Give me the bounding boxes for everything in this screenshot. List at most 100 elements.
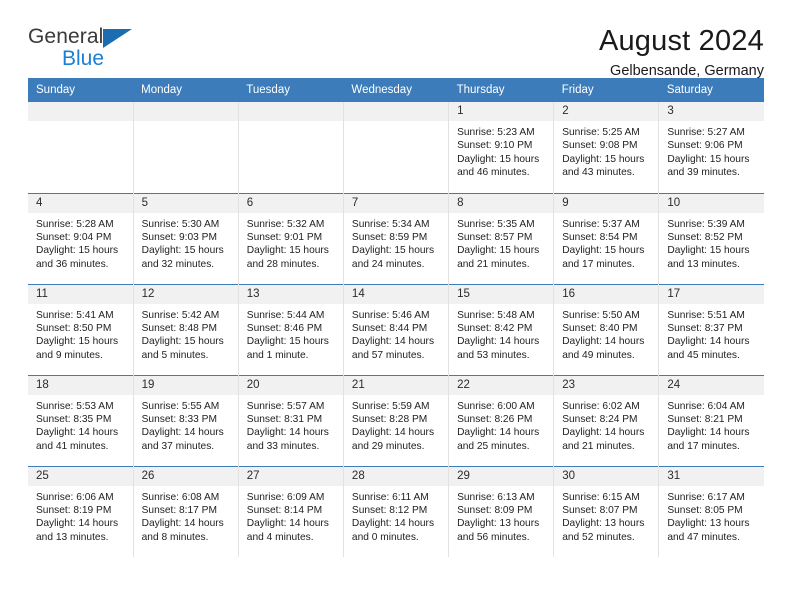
day-details: Sunrise: 6:08 AM Sunset: 8:17 PM Daylight:… xyxy=(134,486,238,545)
sunset-text: Sunset: 8:59 PM xyxy=(351,231,428,243)
daylight-text-line2: and 36 minutes. xyxy=(36,258,109,270)
calendar-day-cell[interactable]: 19 Sunrise: 5:55 AM Sunset: 8:33 PM Dayligh… xyxy=(133,374,239,466)
calendar-day-cell[interactable]: 21 Sunrise: 5:59 AM Sunset: 8:28 PM Dayligh… xyxy=(343,374,450,466)
sunset-text: Sunset: 9:06 PM xyxy=(667,140,743,152)
sunset-text: Sunset: 8:07 PM xyxy=(562,504,638,516)
daylight-text-line2: and 49 minutes. xyxy=(562,349,635,361)
calendar-day-cell[interactable]: 8 Sunrise: 5:35 AM Sunset: 8:57 PM Daylight… xyxy=(448,192,555,284)
daylight-text-line1: Daylight: 13 hours xyxy=(562,518,645,530)
daylight-text-line1: Daylight: 14 hours xyxy=(141,518,224,530)
daylight-text-line2: and 43 minutes. xyxy=(562,167,635,179)
daylight-text-line1: Daylight: 15 hours xyxy=(667,153,750,165)
calendar-day-cell[interactable]: 13 Sunrise: 5:44 AM Sunset: 8:46 PM Dayligh… xyxy=(238,283,344,375)
calendar-day-cell[interactable]: 27 Sunrise: 6:09 AM Sunset: 8:14 PM Dayligh… xyxy=(238,465,344,557)
brand-logo[interactable]: General Blue xyxy=(28,26,148,72)
calendar-day-cell[interactable]: 20 Sunrise: 5:57 AM Sunset: 8:31 PM Dayligh… xyxy=(238,374,344,466)
page-header: General Blue August 2024 Gelbensande, Ge… xyxy=(28,0,764,80)
daylight-text-line2: and 0 minutes. xyxy=(351,531,419,543)
day-details: Sunrise: 6:06 AM Sunset: 8:19 PM Daylight:… xyxy=(28,486,133,545)
day-number: 28 xyxy=(343,466,449,486)
sunrise-text: Sunrise: 5:35 AM xyxy=(457,218,535,230)
sunrise-text: Sunrise: 6:00 AM xyxy=(457,400,535,412)
sunrise-text: Sunrise: 6:02 AM xyxy=(562,400,640,412)
calendar-day-cell[interactable]: 24 Sunrise: 6:04 AM Sunset: 8:21 PM Dayligh… xyxy=(658,374,764,466)
sunset-text: Sunset: 8:33 PM xyxy=(141,413,217,425)
sunset-text: Sunset: 8:37 PM xyxy=(667,322,743,334)
daylight-text-line1: Daylight: 15 hours xyxy=(36,336,119,348)
daylight-text-line2: and 33 minutes. xyxy=(246,440,320,452)
sunset-text: Sunset: 8:35 PM xyxy=(36,413,112,425)
day-details: Sunrise: 6:15 AM Sunset: 8:07 PM Daylight:… xyxy=(554,486,658,545)
calendar-day-cell[interactable]: 10 Sunrise: 5:39 AM Sunset: 8:52 PM Dayligh… xyxy=(658,192,764,284)
calendar-day-cell[interactable]: 7 Sunrise: 5:34 AM Sunset: 8:59 PM Daylight… xyxy=(343,192,450,284)
day-details: Sunrise: 6:04 AM Sunset: 8:21 PM Daylight:… xyxy=(659,395,764,454)
day-details: Sunrise: 5:23 AM Sunset: 9:10 PM Daylight:… xyxy=(449,121,553,180)
calendar-week-row: 1 Sunrise: 5:23 AM Sunset: 9:10 PM Daylight… xyxy=(28,102,764,193)
sunset-text: Sunset: 8:26 PM xyxy=(457,413,533,425)
day-number: 24 xyxy=(659,375,764,395)
day-number: 27 xyxy=(238,466,343,486)
calendar-day-cell[interactable]: 26 Sunrise: 6:08 AM Sunset: 8:17 PM Dayligh… xyxy=(133,465,239,557)
calendar-day-cell[interactable]: 18 Sunrise: 5:53 AM Sunset: 8:35 PM Dayligh… xyxy=(28,374,134,466)
daylight-text-line2: and 13 minutes. xyxy=(36,531,109,543)
calendar-day-cell[interactable]: 4 Sunrise: 5:28 AM Sunset: 9:04 PM Daylight… xyxy=(28,192,134,284)
day-details: Sunrise: 5:32 AM Sunset: 9:01 PM Daylight:… xyxy=(239,213,343,272)
calendar-day-cell[interactable]: 2 Sunrise: 5:25 AM Sunset: 9:08 PM Daylight… xyxy=(553,102,660,193)
calendar-day-cell[interactable]: 5 Sunrise: 5:30 AM Sunset: 9:03 PM Daylight… xyxy=(133,192,239,284)
calendar-day-cell[interactable]: 31 Sunrise: 6:17 AM Sunset: 8:05 PM Dayligh… xyxy=(658,465,764,557)
day-number: 8 xyxy=(449,193,554,213)
day-number xyxy=(343,102,449,121)
calendar-day-cell[interactable]: 1 Sunrise: 5:23 AM Sunset: 9:10 PM Daylight… xyxy=(448,102,555,193)
weekday-header-friday: Friday xyxy=(553,78,659,102)
calendar-day-cell[interactable]: 3 Sunrise: 5:27 AM Sunset: 9:06 PM Daylight… xyxy=(659,102,764,193)
weekday-header-wednesday: Wednesday xyxy=(343,78,449,102)
day-number: 22 xyxy=(449,375,554,395)
day-number: 20 xyxy=(238,375,343,395)
calendar-day-cell[interactable]: 29 Sunrise: 6:13 AM Sunset: 8:09 PM Dayligh… xyxy=(448,465,555,557)
sunset-text: Sunset: 8:46 PM xyxy=(246,322,323,334)
day-number: 13 xyxy=(238,284,343,304)
daylight-text-line2: and 46 minutes. xyxy=(457,167,530,179)
calendar-day-cell[interactable]: 28 Sunrise: 6:11 AM Sunset: 8:12 PM Dayligh… xyxy=(343,465,450,557)
day-details: Sunrise: 5:39 AM Sunset: 8:52 PM Daylight:… xyxy=(659,213,764,272)
sunrise-text: Sunrise: 5:23 AM xyxy=(457,127,535,138)
daylight-text-line2: and 25 minutes. xyxy=(457,440,530,452)
day-number: 30 xyxy=(554,466,659,486)
calendar-day-cell[interactable]: 30 Sunrise: 6:15 AM Sunset: 8:07 PM Dayligh… xyxy=(553,465,660,557)
sunset-text: Sunset: 8:54 PM xyxy=(562,231,638,243)
calendar-day-cell[interactable]: 11 Sunrise: 5:41 AM Sunset: 8:50 PM Dayligh… xyxy=(28,283,134,375)
calendar-day-cell[interactable]: 9 Sunrise: 5:37 AM Sunset: 8:54 PM Daylight… xyxy=(553,192,660,284)
calendar-day-cell[interactable]: 23 Sunrise: 6:02 AM Sunset: 8:24 PM Dayligh… xyxy=(553,374,660,466)
sunset-text: Sunset: 9:08 PM xyxy=(562,140,638,152)
sunset-text: Sunset: 8:28 PM xyxy=(351,413,428,425)
logo-secondary-text: Blue xyxy=(62,47,105,70)
calendar-day-cell[interactable]: 25 Sunrise: 6:06 AM Sunset: 8:19 PM Dayligh… xyxy=(28,465,134,557)
calendar-day-cell[interactable]: 15 Sunrise: 5:48 AM Sunset: 8:42 PM Dayligh… xyxy=(448,283,555,375)
weekday-header-sunday: Sunday xyxy=(28,78,134,102)
weekday-header-row: Sunday Monday Tuesday Wednesday Thursday… xyxy=(28,78,764,102)
calendar-day-cell[interactable]: 6 Sunrise: 5:32 AM Sunset: 9:01 PM Daylight… xyxy=(238,192,344,284)
calendar-day-cell[interactable]: 17 Sunrise: 5:51 AM Sunset: 8:37 PM Dayligh… xyxy=(658,283,764,375)
day-number: 26 xyxy=(133,466,238,486)
sunset-text: Sunset: 8:14 PM xyxy=(246,504,323,516)
calendar-day-cell[interactable]: 16 Sunrise: 5:50 AM Sunset: 8:40 PM Dayligh… xyxy=(553,283,660,375)
day-details: Sunrise: 5:53 AM Sunset: 8:35 PM Daylight:… xyxy=(28,395,133,454)
day-details: Sunrise: 5:34 AM Sunset: 8:59 PM Daylight:… xyxy=(344,213,448,272)
sunrise-text: Sunrise: 5:28 AM xyxy=(36,218,114,230)
daylight-text-line2: and 41 minutes. xyxy=(36,440,109,452)
day-details: Sunrise: 5:50 AM Sunset: 8:40 PM Daylight:… xyxy=(554,304,658,363)
calendar-day-cell[interactable]: 22 Sunrise: 6:00 AM Sunset: 8:26 PM Dayligh… xyxy=(448,374,555,466)
daylight-text-line1: Daylight: 14 hours xyxy=(351,336,435,348)
calendar-day-cell[interactable]: 14 Sunrise: 5:46 AM Sunset: 8:44 PM Dayligh… xyxy=(343,283,450,375)
sunset-text: Sunset: 8:44 PM xyxy=(351,322,428,334)
day-details: Sunrise: 5:28 AM Sunset: 9:04 PM Daylight:… xyxy=(28,213,133,272)
day-number: 2 xyxy=(554,102,659,121)
daylight-text-line2: and 13 minutes. xyxy=(667,258,740,270)
day-number: 31 xyxy=(659,466,764,486)
calendar-day-cell[interactable]: 12 Sunrise: 5:42 AM Sunset: 8:48 PM Dayligh… xyxy=(133,283,239,375)
daylight-text-line1: Daylight: 13 hours xyxy=(667,518,750,530)
day-details: Sunrise: 5:37 AM Sunset: 8:54 PM Daylight:… xyxy=(554,213,658,272)
day-details: Sunrise: 5:59 AM Sunset: 8:28 PM Daylight:… xyxy=(344,395,448,454)
page-title: August 2024 xyxy=(598,25,764,57)
daylight-text-line1: Daylight: 14 hours xyxy=(562,336,645,348)
